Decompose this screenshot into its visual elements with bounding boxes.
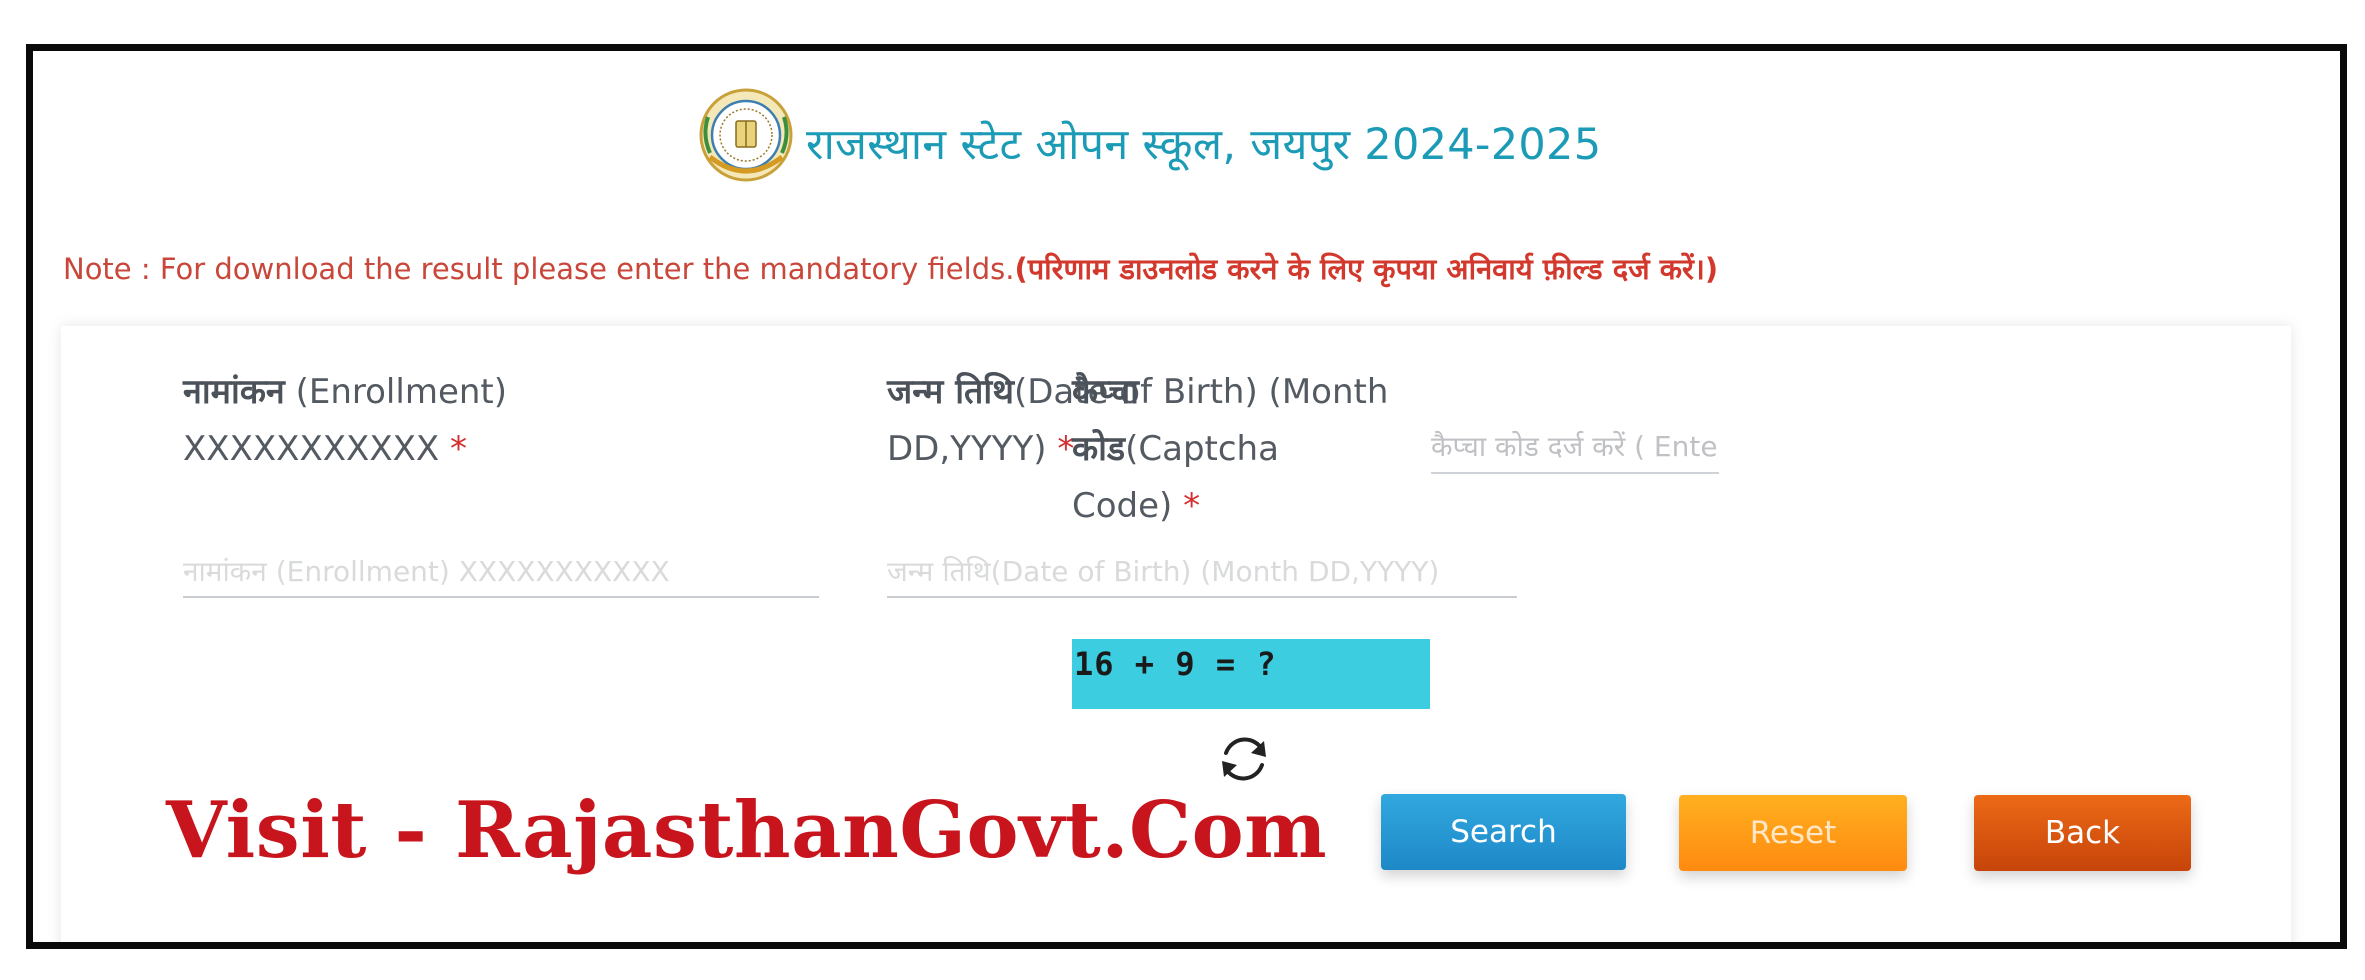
captcha-label: कैप्चा कोड(Captcha Code) *	[1072, 372, 1279, 526]
enrollment-label: नामांकन (Enrollment) XXXXXXXXXXX *	[183, 372, 508, 469]
captcha-challenge: 16 + 9 = ?	[1072, 639, 1430, 709]
site-title: राजस्थान स्टेट ओपन स्कूल, जयपुर 2024-202…	[806, 119, 1602, 170]
enrollment-input[interactable]	[183, 552, 819, 598]
captcha-challenge-text: 16 + 9 = ?	[1074, 645, 1277, 683]
rsos-logo-icon	[699, 88, 793, 182]
search-button[interactable]: Search	[1381, 794, 1626, 870]
dob-input[interactable]	[887, 552, 1517, 598]
refresh-icon[interactable]	[1214, 729, 1274, 789]
site-watermark: Visit - RajasthanGovt.Com	[166, 785, 1328, 876]
required-marker: *	[1172, 486, 1201, 526]
required-marker: *	[1046, 429, 1075, 469]
captcha-input[interactable]	[1431, 426, 1719, 474]
reset-button[interactable]: Reset	[1679, 795, 1907, 871]
page-header: राजस्थान स्टेट ओपन स्कूल, जयपुर 2024-202…	[698, 87, 1601, 183]
required-marker: *	[439, 429, 468, 469]
note-text-hindi: (परिणाम डाउनलोड करने के लिए कृपया अनिवार…	[1014, 252, 1719, 286]
back-button[interactable]: Back	[1974, 795, 2191, 871]
note-text: Note : For download the result please en…	[63, 252, 1015, 286]
mandatory-fields-note: Note : For download the result please en…	[63, 249, 1718, 288]
page-frame: राजस्थान स्टेट ओपन स्कूल, जयपुर 2024-202…	[26, 44, 2347, 949]
